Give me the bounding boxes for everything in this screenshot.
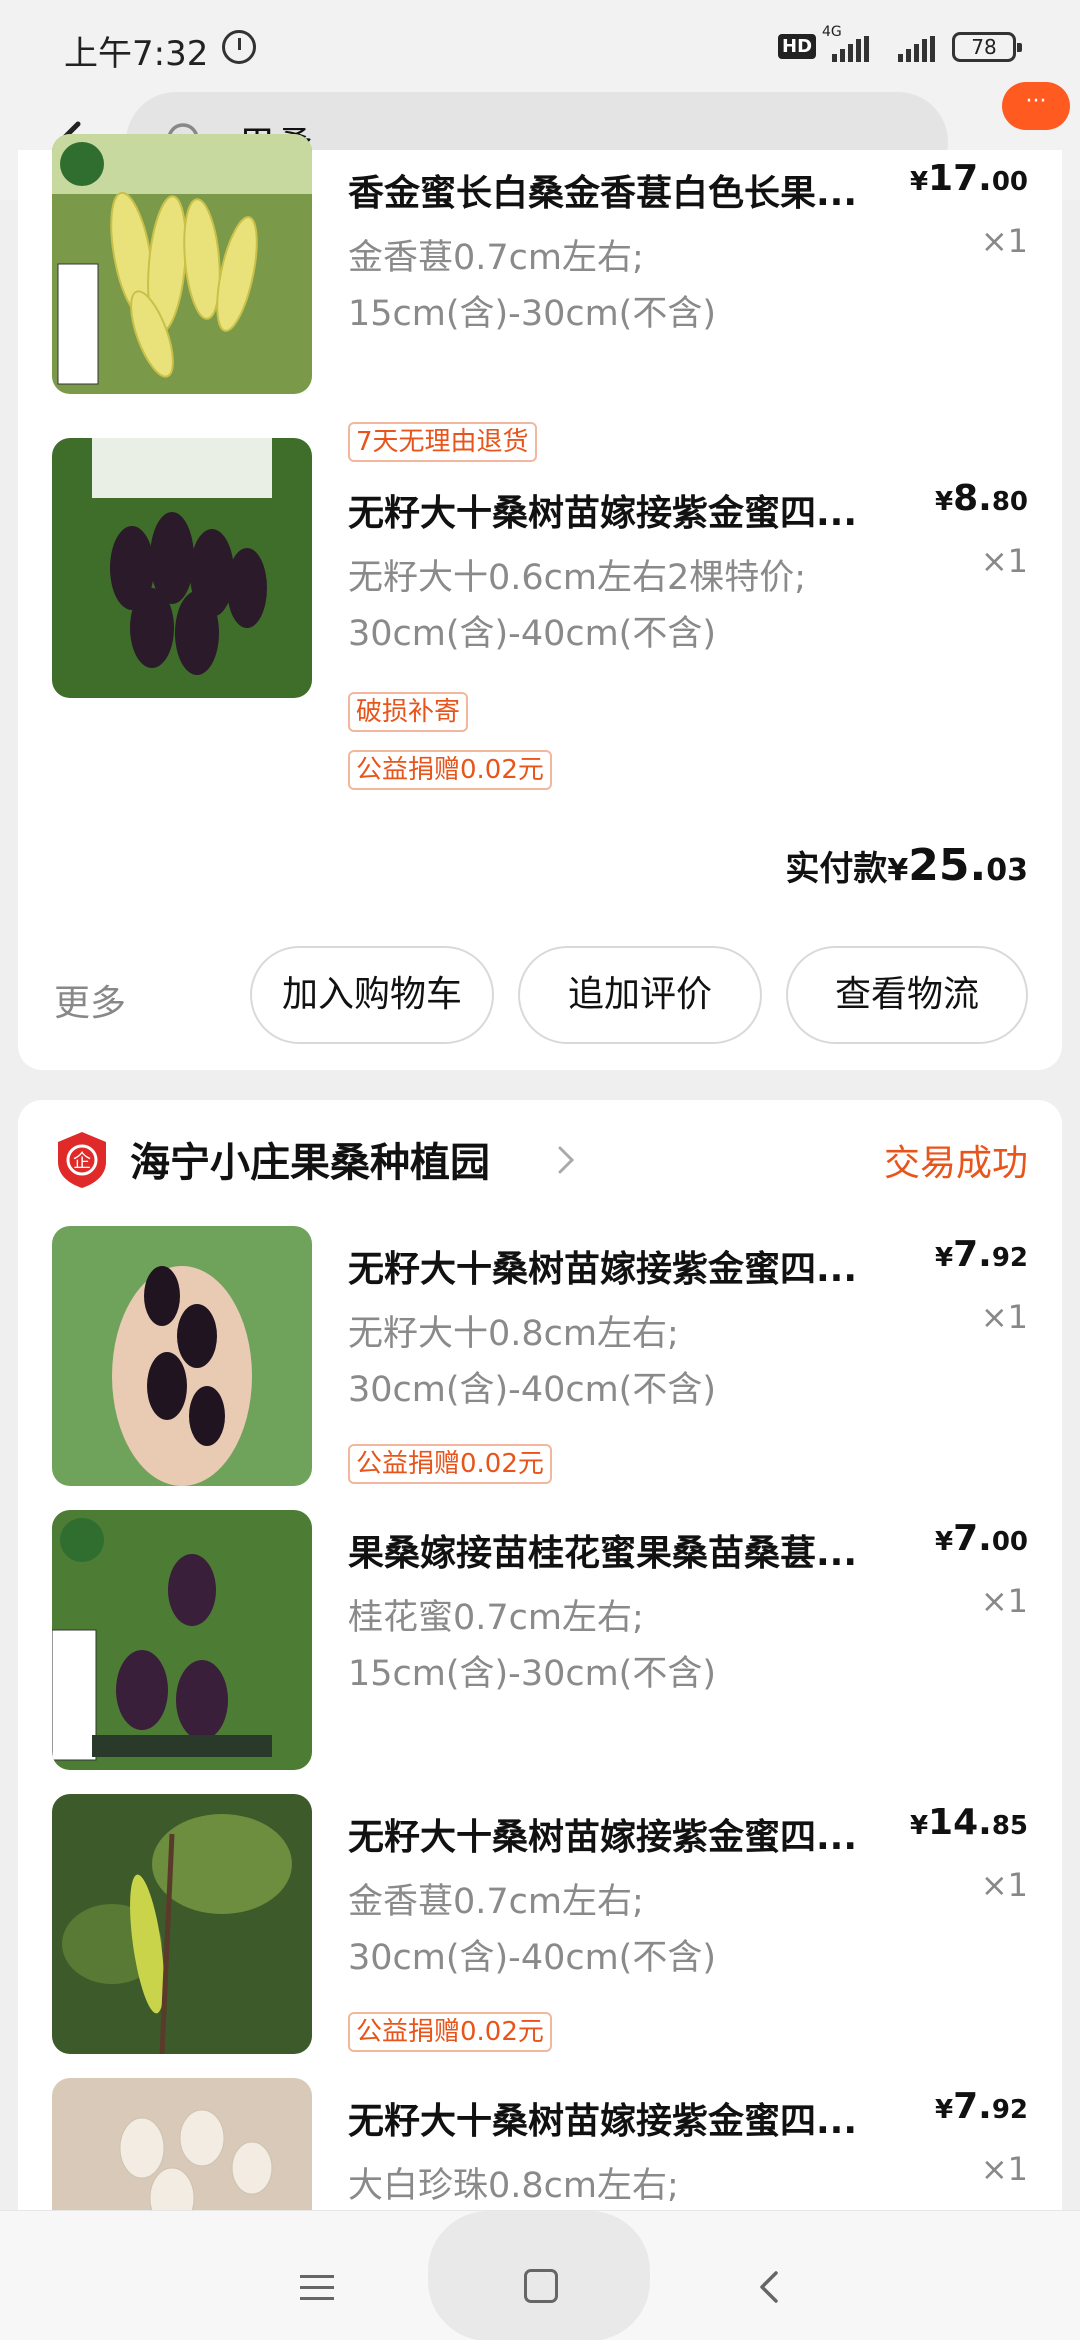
battery-icon: 78 (952, 32, 1022, 62)
price-int: 14. (928, 1802, 992, 1843)
product-image[interactable] (52, 1510, 312, 1770)
spec-line: 30cm(含)-40cm(不含) (348, 614, 716, 654)
signal-icon (832, 36, 869, 62)
product-image[interactable] (52, 1794, 312, 2054)
product-price: ¥14.85 (910, 1802, 1028, 1843)
spec-line: 大白珍珠0.8cm左右; (348, 2166, 679, 2206)
product-price: ¥7.00 (935, 1518, 1028, 1559)
product-title[interactable]: 果桑嫁接苗桂花蜜果桑苗桑葚... (348, 1524, 928, 1576)
product-qty: ×1 (980, 1298, 1028, 1336)
product-qty: ×1 (980, 1582, 1028, 1620)
shop-badge-icon: 企 (58, 1132, 106, 1188)
order-status: 交易成功 (883, 1143, 1028, 1184)
product-title[interactable]: 无籽大十桑树苗嫁接紫金蜜四... (348, 484, 928, 536)
product-spec: 桂花蜜0.7cm左右; 15cm(含)-30cm(不含) (348, 1590, 948, 1702)
price-int: 8. (953, 478, 992, 519)
product-spec: 大白珍珠0.8cm左右; (348, 2158, 948, 2214)
price-int: 7. (953, 1234, 992, 1275)
spec-line: 金香葚0.7cm左右; (348, 238, 644, 278)
price-int: 7. (953, 2086, 992, 2127)
signal-icon-2 (898, 36, 935, 62)
product-image[interactable] (52, 1226, 312, 1486)
price-currency: ¥ (934, 2095, 954, 2125)
service-tag: 7天无理由退货 (348, 422, 537, 462)
spec-line: 无籽大十0.8cm左右; (348, 1314, 679, 1354)
price-dec: 92 (991, 1243, 1028, 1273)
charity-tag: 公益捐赠0.02元 (348, 2012, 552, 2052)
product-price: ¥17.00 (910, 158, 1028, 199)
total-int: 25. (908, 840, 987, 891)
product-price: ¥7.92 (935, 2086, 1028, 2127)
menu-icon[interactable] (300, 2275, 334, 2301)
status-bar: 上午7:32 HD 4G 78 (0, 0, 1080, 90)
product-spec: 无籽大十0.8cm左右; 30cm(含)-40cm(不含) (348, 1306, 948, 1418)
total-currency: ¥ (887, 853, 909, 888)
shop-name[interactable]: 海宁小庄果桑种植园 (130, 1130, 490, 1188)
product-spec: 金香葚0.7cm左右; 30cm(含)-40cm(不含) (348, 1874, 948, 1986)
product-qty: ×1 (980, 222, 1028, 260)
spec-line: 15cm(含)-30cm(不含) (348, 1654, 716, 1694)
charity-tag: 公益捐赠0.02元 (348, 1444, 552, 1484)
product-spec: 无籽大十0.6cm左右2棵特价; 30cm(含)-40cm(不含) (348, 550, 948, 662)
price-int: 7. (953, 1518, 992, 1559)
service-tag: 破损补寄 (348, 692, 469, 732)
price-dec: 80 (991, 487, 1028, 517)
product-title[interactable]: 无籽大十桑树苗嫁接紫金蜜四... (348, 1808, 928, 1860)
order-total: 实付款¥25.03 (785, 840, 1028, 891)
product-title[interactable]: 香金蜜长白桑金香葚白色长果... (348, 164, 928, 216)
mulberry-hand-image (52, 1226, 312, 1486)
osmanthus-mulberry-image (52, 1510, 312, 1770)
product-title[interactable]: 无籽大十桑树苗嫁接紫金蜜四... (348, 2092, 928, 2144)
product-spec: 金香葚0.7cm左右; 15cm(含)-30cm(不含) (348, 230, 948, 342)
add-to-cart-button[interactable]: 加入购物车 (250, 946, 494, 1044)
product-price: ¥8.80 (935, 478, 1028, 519)
svg-text:企: 企 (73, 1151, 91, 1172)
product-title[interactable]: 无籽大十桑树苗嫁接紫金蜜四... (348, 1240, 928, 1292)
home-icon[interactable] (524, 2269, 558, 2303)
add-review-button[interactable]: 追加评价 (518, 946, 762, 1044)
spec-line: 金香葚0.7cm左右; (348, 1882, 644, 1922)
price-currency: ¥ (909, 1811, 929, 1841)
more-link[interactable]: 更多 (54, 974, 126, 1026)
price-dec: 92 (991, 2095, 1028, 2125)
total-label: 实付款 (785, 849, 888, 889)
charity-tag: 公益捐赠0.02元 (348, 750, 552, 790)
spec-line: 桂花蜜0.7cm左右; (348, 1598, 644, 1638)
status-time: 上午7:32 (64, 34, 209, 74)
price-dec: 00 (991, 167, 1028, 197)
total-dec: 03 (986, 853, 1028, 888)
system-nav-bar (0, 2210, 1080, 2340)
price-currency: ¥ (934, 487, 954, 517)
price-dec: 85 (991, 1811, 1028, 1841)
hd-icon: HD (778, 34, 817, 59)
view-logistics-button[interactable]: 查看物流 (786, 946, 1028, 1044)
message-badge[interactable]: ··· (1002, 82, 1070, 130)
product-qty: ×1 (980, 2150, 1028, 2188)
chevron-right-icon (558, 1146, 575, 1174)
order-card: 香金蜜长白桑金香葚白色长果... 金香葚0.7cm左右; 15cm(含)-30c… (18, 134, 1062, 1070)
alarm-icon (222, 30, 256, 64)
spec-line: 30cm(含)-40cm(不含) (348, 1938, 716, 1978)
nav-back-icon[interactable] (752, 2267, 786, 2307)
spec-line: 15cm(含)-30cm(不含) (348, 294, 716, 334)
spec-line: 30cm(含)-40cm(不含) (348, 1370, 716, 1410)
price-dec: 00 (991, 1527, 1028, 1557)
price-currency: ¥ (934, 1243, 954, 1273)
product-qty: ×1 (980, 542, 1028, 580)
product-price: ¥7.92 (935, 1234, 1028, 1275)
white-mulberry-image (52, 134, 312, 394)
order-card: 企 海宁小庄果桑种植园 交易成功 无籽大十桑树苗嫁接紫金蜜四... 无籽大十0.… (18, 1100, 1062, 2240)
product-image[interactable] (52, 134, 312, 394)
spec-line: 无籽大十0.6cm左右2棵特价; (348, 558, 807, 598)
product-image[interactable] (52, 438, 312, 698)
product-qty: ×1 (980, 1866, 1028, 1904)
price-currency: ¥ (934, 1527, 954, 1557)
price-currency: ¥ (909, 167, 929, 197)
long-mulberry-image (52, 1794, 312, 2054)
shop-header[interactable]: 企 海宁小庄果桑种植园 交易成功 (18, 1100, 1062, 1210)
black-mulberry-image (52, 438, 312, 698)
price-int: 17. (928, 158, 992, 199)
